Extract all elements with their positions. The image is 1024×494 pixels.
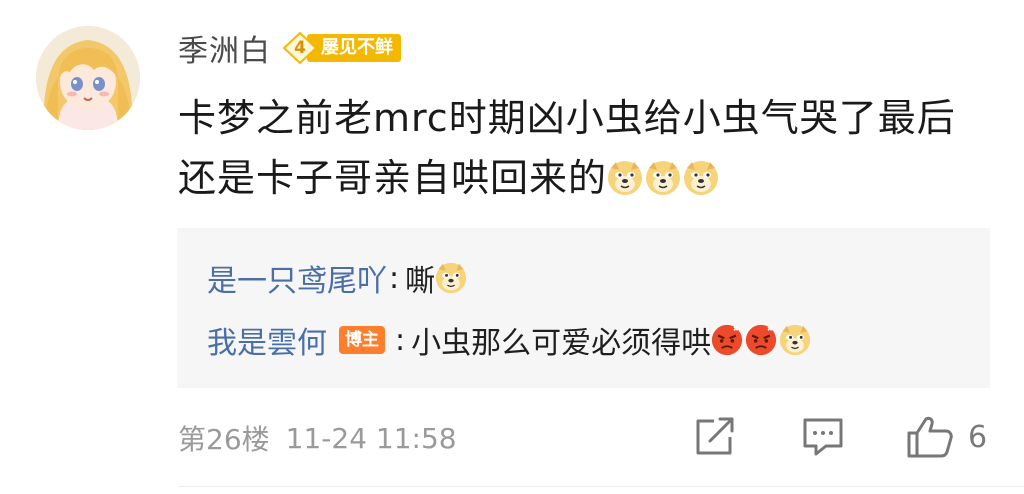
reply-author[interactable]: 是一只鸢尾吖 <box>207 256 387 300</box>
like-icon <box>907 416 953 458</box>
reply-separator: : <box>395 322 406 358</box>
level-number: 4 <box>283 32 317 64</box>
doge-emoji-icon <box>608 161 643 195</box>
share-button[interactable] <box>694 414 736 460</box>
comment-line-2: 还是卡子哥亲自哄回来的 <box>178 148 998 208</box>
reply-section[interactable]: 是一只鸢尾吖 : 嘶 我是雲何 博主 : 小虫那么可爱必须得哄 <box>177 228 990 388</box>
timestamp: 11-24 11:58 <box>285 421 457 455</box>
comment-header: 季洲白 4 屡见不鲜 <box>178 26 401 70</box>
reply-button[interactable] <box>802 414 844 460</box>
comment-meta: 第26楼 11-24 11:58 <box>178 416 457 460</box>
username[interactable]: 季洲白 <box>178 26 271 70</box>
divider <box>178 486 1024 487</box>
share-icon <box>696 417 734 455</box>
floor-number: 第26楼 <box>178 423 270 456</box>
doge-emoji-icon <box>646 161 681 195</box>
comment-text: 卡梦之前老mrc时期凶小虫给小虫气哭了最后 还是卡子哥亲自哄回来的 <box>178 88 998 208</box>
doge-emoji-icon <box>684 161 719 195</box>
reply-separator: : <box>389 260 400 296</box>
avatar[interactable] <box>36 26 140 130</box>
level-badge: 4 屡见不鲜 <box>283 32 401 64</box>
angry-emoji-icon <box>745 324 777 356</box>
reply-item[interactable]: 是一只鸢尾吖 : 嘶 <box>207 256 469 300</box>
angry-emoji-icon <box>711 324 743 356</box>
reply-text: 嘶 <box>405 264 436 299</box>
reply-text: 小虫那么可爱必须得哄 <box>411 326 712 361</box>
like-button[interactable]: 6 <box>906 414 987 460</box>
reply-author[interactable]: 我是雲何 <box>207 318 327 362</box>
comment-line-1: 卡梦之前老mrc时期凶小虫给小虫气哭了最后 <box>178 96 956 140</box>
doge-emoji-icon <box>435 262 467 294</box>
like-count: 6 <box>968 419 988 455</box>
host-badge: 博主 <box>339 326 385 354</box>
doge-emoji-icon <box>779 324 811 356</box>
reply-item[interactable]: 我是雲何 博主 : 小虫那么可爱必须得哄 <box>207 318 813 362</box>
comment-icon <box>803 418 843 456</box>
level-title: 屡见不鲜 <box>307 34 401 62</box>
